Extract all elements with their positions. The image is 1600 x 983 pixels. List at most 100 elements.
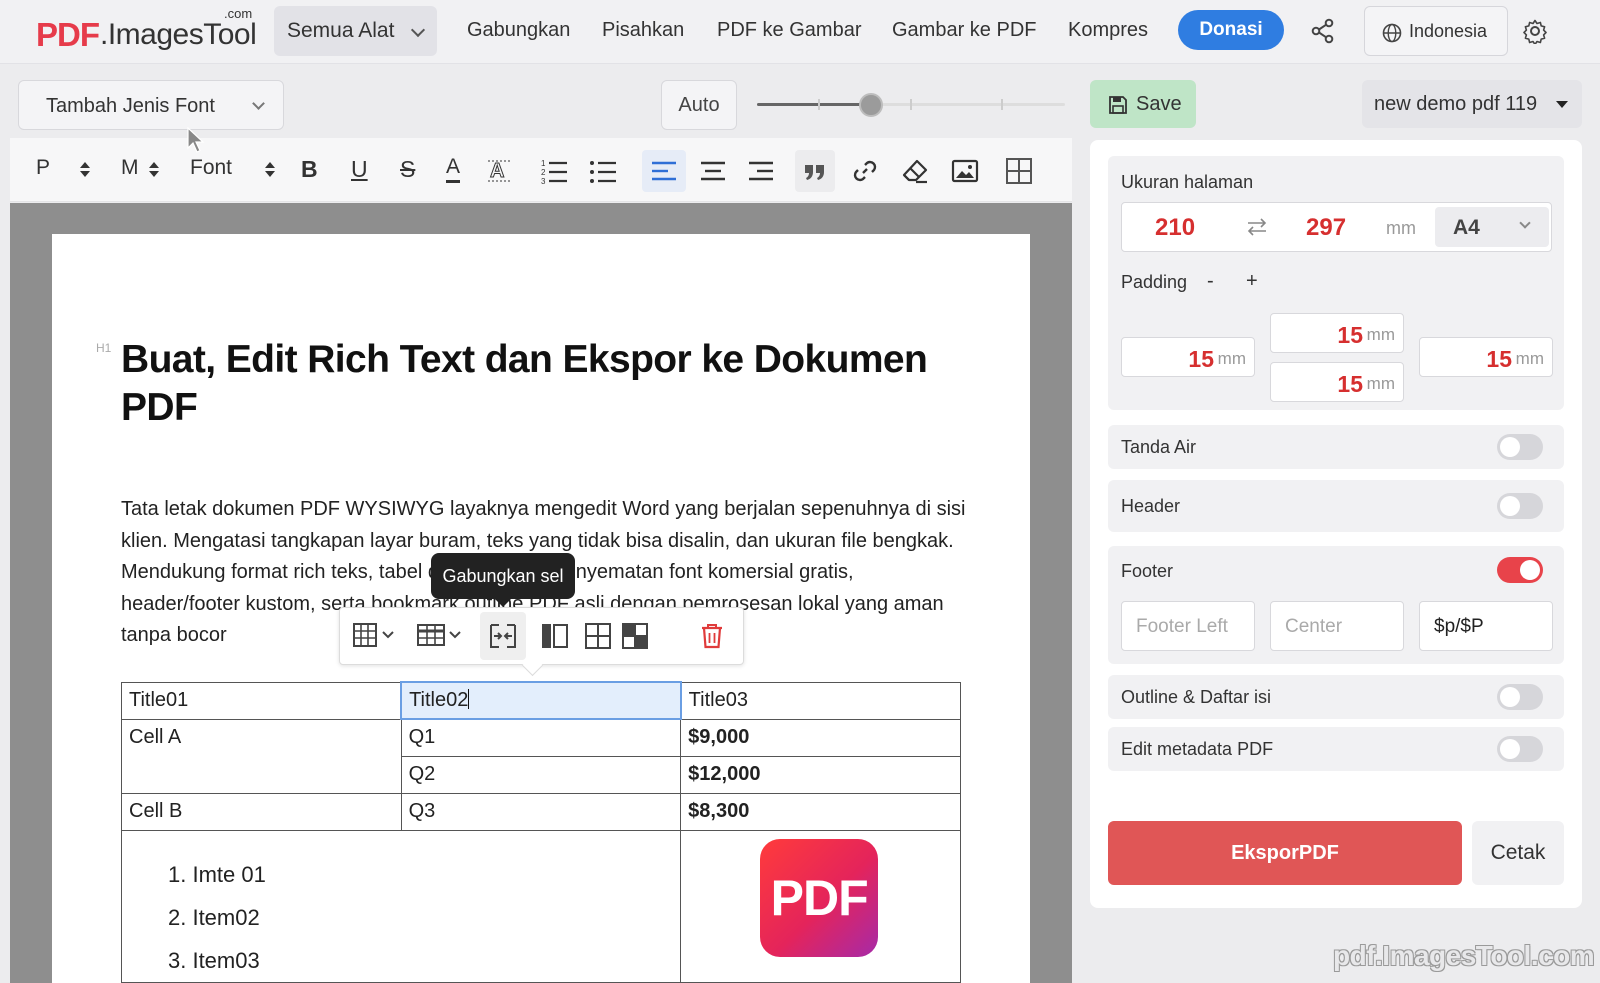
padding-decrease-button[interactable]: - (1207, 270, 1214, 293)
table-row: Cell A Q1 $9,000 (121, 718, 961, 794)
table-cell-merged[interactable]: Cell A (121, 718, 402, 794)
page-width-input[interactable]: 210 (1155, 214, 1195, 242)
outline-toggle[interactable] (1497, 684, 1543, 710)
align-center-icon[interactable] (699, 156, 727, 186)
font-family-updown-icon[interactable] (265, 160, 275, 180)
header-toggle[interactable] (1497, 493, 1543, 519)
padding-label: Padding (1121, 272, 1188, 292)
share-icon[interactable] (1310, 18, 1336, 44)
top-nav: PDF .ImagesTool .com Semua Alat Gabungka… (0, 0, 1600, 64)
language-label: Indonesia (1409, 21, 1488, 41)
donate-button[interactable]: Donasi (1178, 10, 1284, 50)
table-cell-list[interactable]: 1. Imte 01 2. Item02 3. Item03 (120, 829, 682, 983)
metadata-toggle[interactable] (1497, 736, 1543, 762)
logo-com: .com (224, 6, 253, 21)
delete-table-icon[interactable] (700, 622, 724, 650)
split-cell-icon[interactable] (540, 622, 570, 650)
print-button[interactable]: Cetak (1472, 821, 1564, 885)
table-cell[interactable]: Title01 (121, 681, 402, 720)
bullet-list-icon[interactable] (589, 156, 617, 186)
table-grid-icon[interactable] (584, 622, 612, 650)
footer-center-input[interactable]: Center (1270, 601, 1404, 651)
table-cell[interactable]: Q1 (400, 718, 682, 757)
save-button[interactable]: Save (1090, 80, 1196, 128)
nav-split[interactable]: Pisahkan (602, 19, 684, 42)
table-cell[interactable]: $9,000 (680, 718, 961, 757)
swap-orientation-icon[interactable] (1245, 217, 1269, 237)
insert-row-icon[interactable] (352, 622, 400, 650)
list-item[interactable]: 3. Item03 (168, 939, 680, 982)
bold-button[interactable]: B (301, 156, 318, 186)
nav-merge[interactable]: Gabungkan (467, 19, 570, 42)
padding-left-input[interactable]: 15 mm (1121, 337, 1255, 377)
pdf-image[interactable]: PDF (760, 838, 879, 957)
all-tools-dropdown[interactable]: Semua Alat (274, 6, 437, 56)
metadata-label: Edit metadata PDF (1121, 739, 1274, 759)
highlight-icon[interactable]: A (486, 156, 512, 186)
padding-top-input[interactable]: 15 mm (1270, 313, 1404, 353)
block-type-select[interactable]: P (36, 156, 50, 186)
table-cell[interactable]: Title03 (680, 681, 961, 720)
nav-compress[interactable]: Kompres (1068, 19, 1148, 42)
table-cell-toolbar (339, 607, 744, 665)
link-icon[interactable] (851, 156, 879, 186)
language-selector[interactable]: Indonesia (1364, 6, 1508, 56)
padding-unit: mm (1515, 349, 1544, 368)
table-cell-image[interactable]: PDF (680, 829, 961, 983)
add-font-select[interactable]: Tambah Jenis Font (18, 80, 284, 130)
image-icon[interactable] (951, 156, 979, 186)
nav-pdf-to-image[interactable]: PDF ke Gambar (717, 19, 861, 42)
table-cell-selected[interactable]: Title02 (400, 681, 682, 720)
zoom-slider-handle[interactable] (858, 93, 883, 117)
padding-unit: mm (1366, 325, 1395, 344)
padding-bottom-input[interactable]: 15 mm (1270, 362, 1404, 402)
merge-cells-tooltip: Gabungkan sel (431, 553, 575, 607)
footer-toggle[interactable] (1497, 557, 1543, 583)
padding-left-value: 15 (1188, 346, 1214, 372)
ordered-list: 1. Imte 01 2. Item02 3. Item03 (122, 831, 680, 982)
add-font-label: Tambah Jenis Font (46, 95, 215, 117)
table-cell[interactable]: Q2 (400, 755, 682, 794)
footer-right-input[interactable]: $p/$P (1419, 601, 1553, 651)
document-table[interactable]: Title01 Title02 Title03 Cell A Q1 $9,000… (120, 681, 961, 983)
footer-left-input[interactable]: Footer Left (1121, 601, 1255, 651)
auto-zoom-button[interactable]: Auto (661, 80, 737, 130)
export-pdf-button[interactable]: EksporPDF (1108, 821, 1462, 885)
ordered-list-icon[interactable]: 1 2 3 (540, 156, 568, 186)
padding-right-input[interactable]: 15 mm (1419, 337, 1553, 377)
text-color-button[interactable]: A (446, 156, 461, 183)
list-item[interactable]: 2. Item02 (168, 896, 680, 939)
table-cell[interactable]: $12,000 (680, 755, 961, 794)
site-logo[interactable]: PDF .ImagesTool .com (36, 6, 258, 54)
strikethrough-button[interactable]: S (400, 156, 415, 186)
font-size-select[interactable]: M (121, 156, 139, 186)
site-watermark: pdf.ImagesTool.com (1333, 940, 1595, 971)
font-family-select[interactable]: Font (190, 156, 232, 186)
eraser-icon[interactable] (901, 156, 929, 186)
quote-icon[interactable] (802, 156, 828, 186)
paper-size-select[interactable]: A4 (1435, 207, 1549, 247)
document-heading[interactable]: Buat, Edit Rich Text dan Ekspor ke Dokum… (121, 336, 951, 432)
nav-image-to-pdf[interactable]: Gambar ke PDF (892, 19, 1036, 42)
list-item[interactable]: 1. Imte 01 (168, 853, 680, 896)
align-left-icon[interactable] (650, 156, 678, 186)
underline-button[interactable]: U (351, 156, 368, 186)
insert-column-icon[interactable] (416, 622, 466, 650)
table-cell[interactable]: Q3 (400, 792, 682, 831)
document-selector[interactable]: new demo pdf 119 (1362, 80, 1582, 128)
watermark-label: Tanda Air (1121, 437, 1197, 457)
merge-cells-icon[interactable] (488, 622, 518, 650)
gear-icon[interactable] (1522, 18, 1548, 44)
watermark-toggle[interactable] (1497, 434, 1543, 460)
table-icon[interactable] (1005, 156, 1033, 186)
table-row: Cell B Q3 $8,300 (121, 792, 961, 831)
font-size-updown-icon[interactable] (149, 160, 159, 180)
padding-increase-button[interactable]: + (1246, 270, 1258, 293)
align-right-icon[interactable] (747, 156, 775, 186)
block-type-updown-icon[interactable] (80, 160, 90, 180)
table-header-icon[interactable] (621, 622, 649, 650)
page-height-input[interactable]: 297 (1306, 214, 1346, 242)
svg-text:3: 3 (541, 177, 546, 186)
table-cell[interactable]: Cell B (121, 792, 402, 831)
table-cell[interactable]: $8,300 (680, 792, 961, 831)
